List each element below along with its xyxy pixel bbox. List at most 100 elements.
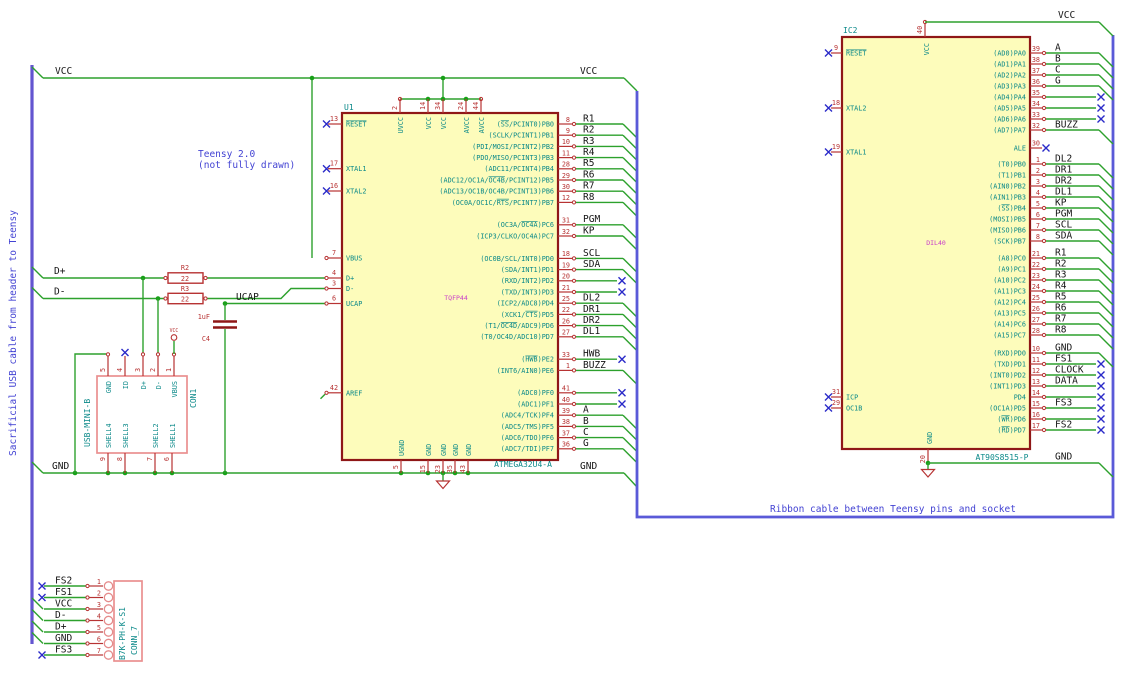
pin-number: 20 [919,455,927,463]
bus-entry [31,287,44,299]
pin-name: (A11)PC3 [993,287,1026,295]
bus-entry [622,224,638,240]
teensy-mcu-u1[interactable]: U1 ATMEGA32U4-A TQFP44 13 RESET 17 XTAL1… [320,75,638,473]
pin-name: D+ [140,381,148,389]
pin-name: (INT6/AIN0)PE6 [497,367,554,375]
bus-entry [622,201,638,217]
pin-number: 38 [562,418,570,426]
bus-entry [31,66,44,79]
bus-entry [31,620,44,633]
pin-endpoint [203,275,208,281]
net-label: BUZZ [1055,119,1078,130]
bus-entry [1098,163,1114,179]
pin-number: 3 [1036,178,1040,186]
net-label-dminus: D- [54,287,65,298]
pin-number: 8 [1036,233,1040,241]
resistor-r2[interactable]: R2 22 [163,264,208,284]
bus-entry [622,302,638,318]
net-label: GND [1055,342,1072,353]
pin-name: ICP [846,394,858,402]
pin-header-conn7[interactable]: B7K-PH-K-S1 CONN_7 FS2 1 FS1 2 VCC 3 D- … [31,575,143,662]
pin-endpoint [1041,277,1047,283]
socket-mcu-ic2[interactable]: IC2 AT90S8515-P DIL40 9 RESET 18 XTAL2 1… [824,10,1114,478]
pin-number: 8 [566,116,570,124]
pin-number: 10 [562,138,570,146]
pin-endpoint [1041,416,1047,422]
pin-name: RESET [346,121,366,129]
pin-name: SHELL2 [152,423,160,448]
pin-endpoint [163,296,168,301]
pin-number: 9 [566,127,570,135]
pin-name: (INT1)PD3 [989,382,1026,390]
net-label: A [1055,42,1061,53]
pin-number: 8 [116,457,124,461]
pin-name: (OC1A)PD5 [989,404,1026,412]
pin-endpoint [571,155,577,160]
no-connect-icon [1097,393,1105,401]
pin-number: 12 [1032,367,1040,375]
pin-number: 2 [391,106,399,110]
pin-name: (A10)PC2 [993,276,1026,284]
pin-endpoint [1041,321,1047,327]
net-label: PGM [1055,208,1072,219]
usb-cable-note: Sacrificial USB cable from header to Tee… [8,210,19,456]
capacitor-c4[interactable]: 1uF C4 [198,303,237,474]
pin-endpoint [571,177,577,183]
pin-name: VCC [440,117,448,129]
no-connect-icon [1097,404,1105,412]
connector-pin: FS1 2 [38,587,114,603]
pin-name: GND [440,444,448,456]
junction-dot [309,75,315,81]
bus-entry [1098,301,1114,317]
bus-entry [1098,240,1114,256]
net-label: C [1055,64,1061,75]
pin-number: 4 [332,269,336,277]
bus-entry [622,134,638,150]
pin-name: (OC0B/SCL/INT0)PD0 [480,255,554,263]
junction-dot [440,75,446,81]
net-label-dplus: D+ [54,266,66,277]
net-label: KP [1055,197,1067,208]
pin-name: RESET [846,50,866,58]
pin-number: 36 [562,441,570,449]
pin-name: (OC3A/OC4A)PC6 [497,221,554,229]
pin-name: (RXD/INT2)PD2 [501,277,554,285]
net-label: FS3 [1055,397,1072,408]
usb-connector-con1[interactable]: USB-MINI-B CON1 5 GND 4 ID 3 D+ 2 D- 1 V… [74,328,198,473]
teensy-note-line1: Teensy 2.0 [198,149,255,160]
net-label: BUZZ [583,360,606,371]
bus-entry [1098,268,1114,284]
pin-name: GND [926,432,934,444]
bus-entry [1098,312,1114,328]
net-label: DATA [1055,375,1078,386]
pin-endpoint [1041,172,1047,178]
pin-endpoint [571,323,577,328]
pin-endpoint [1041,361,1047,367]
no-connect-icon [1097,371,1105,379]
pin-endpoint [1041,205,1047,211]
pin-name: (RXD)PD0 [993,349,1026,357]
pin-name: ALE [1014,145,1026,153]
net-label: R2 [583,125,594,136]
left-usb-bus[interactable]: Sacrificial USB cable from header to Tee… [8,65,34,644]
pin-number: 30 [1032,140,1040,148]
pin-name: (A12)PC4 [993,298,1026,306]
pin-endpoint [571,424,577,429]
pin-number: 12 [562,194,570,202]
pin-name: VCC [923,43,931,55]
pin-endpoint [571,368,577,373]
pin-name: (T1)PB1 [997,171,1026,179]
pin-name: (INT0)PD2 [989,371,1026,379]
pin-number: 2 [1036,167,1040,175]
pin-endpoint [1041,405,1047,411]
pin-endpoint [1041,127,1047,133]
pin-endpoint [1041,332,1047,338]
resistor-r3[interactable]: R3 22 [163,285,208,305]
pin-name: (PDI/MOSI/PCINT2)PB2 [472,143,554,151]
pin-number: 37 [562,429,570,437]
pin-endpoint [140,352,146,357]
pin-number: 29 [832,399,840,407]
wire[interactable] [207,287,325,300]
net-label: HWB [583,349,600,360]
pin-name: (AD2)PA2 [993,71,1026,79]
